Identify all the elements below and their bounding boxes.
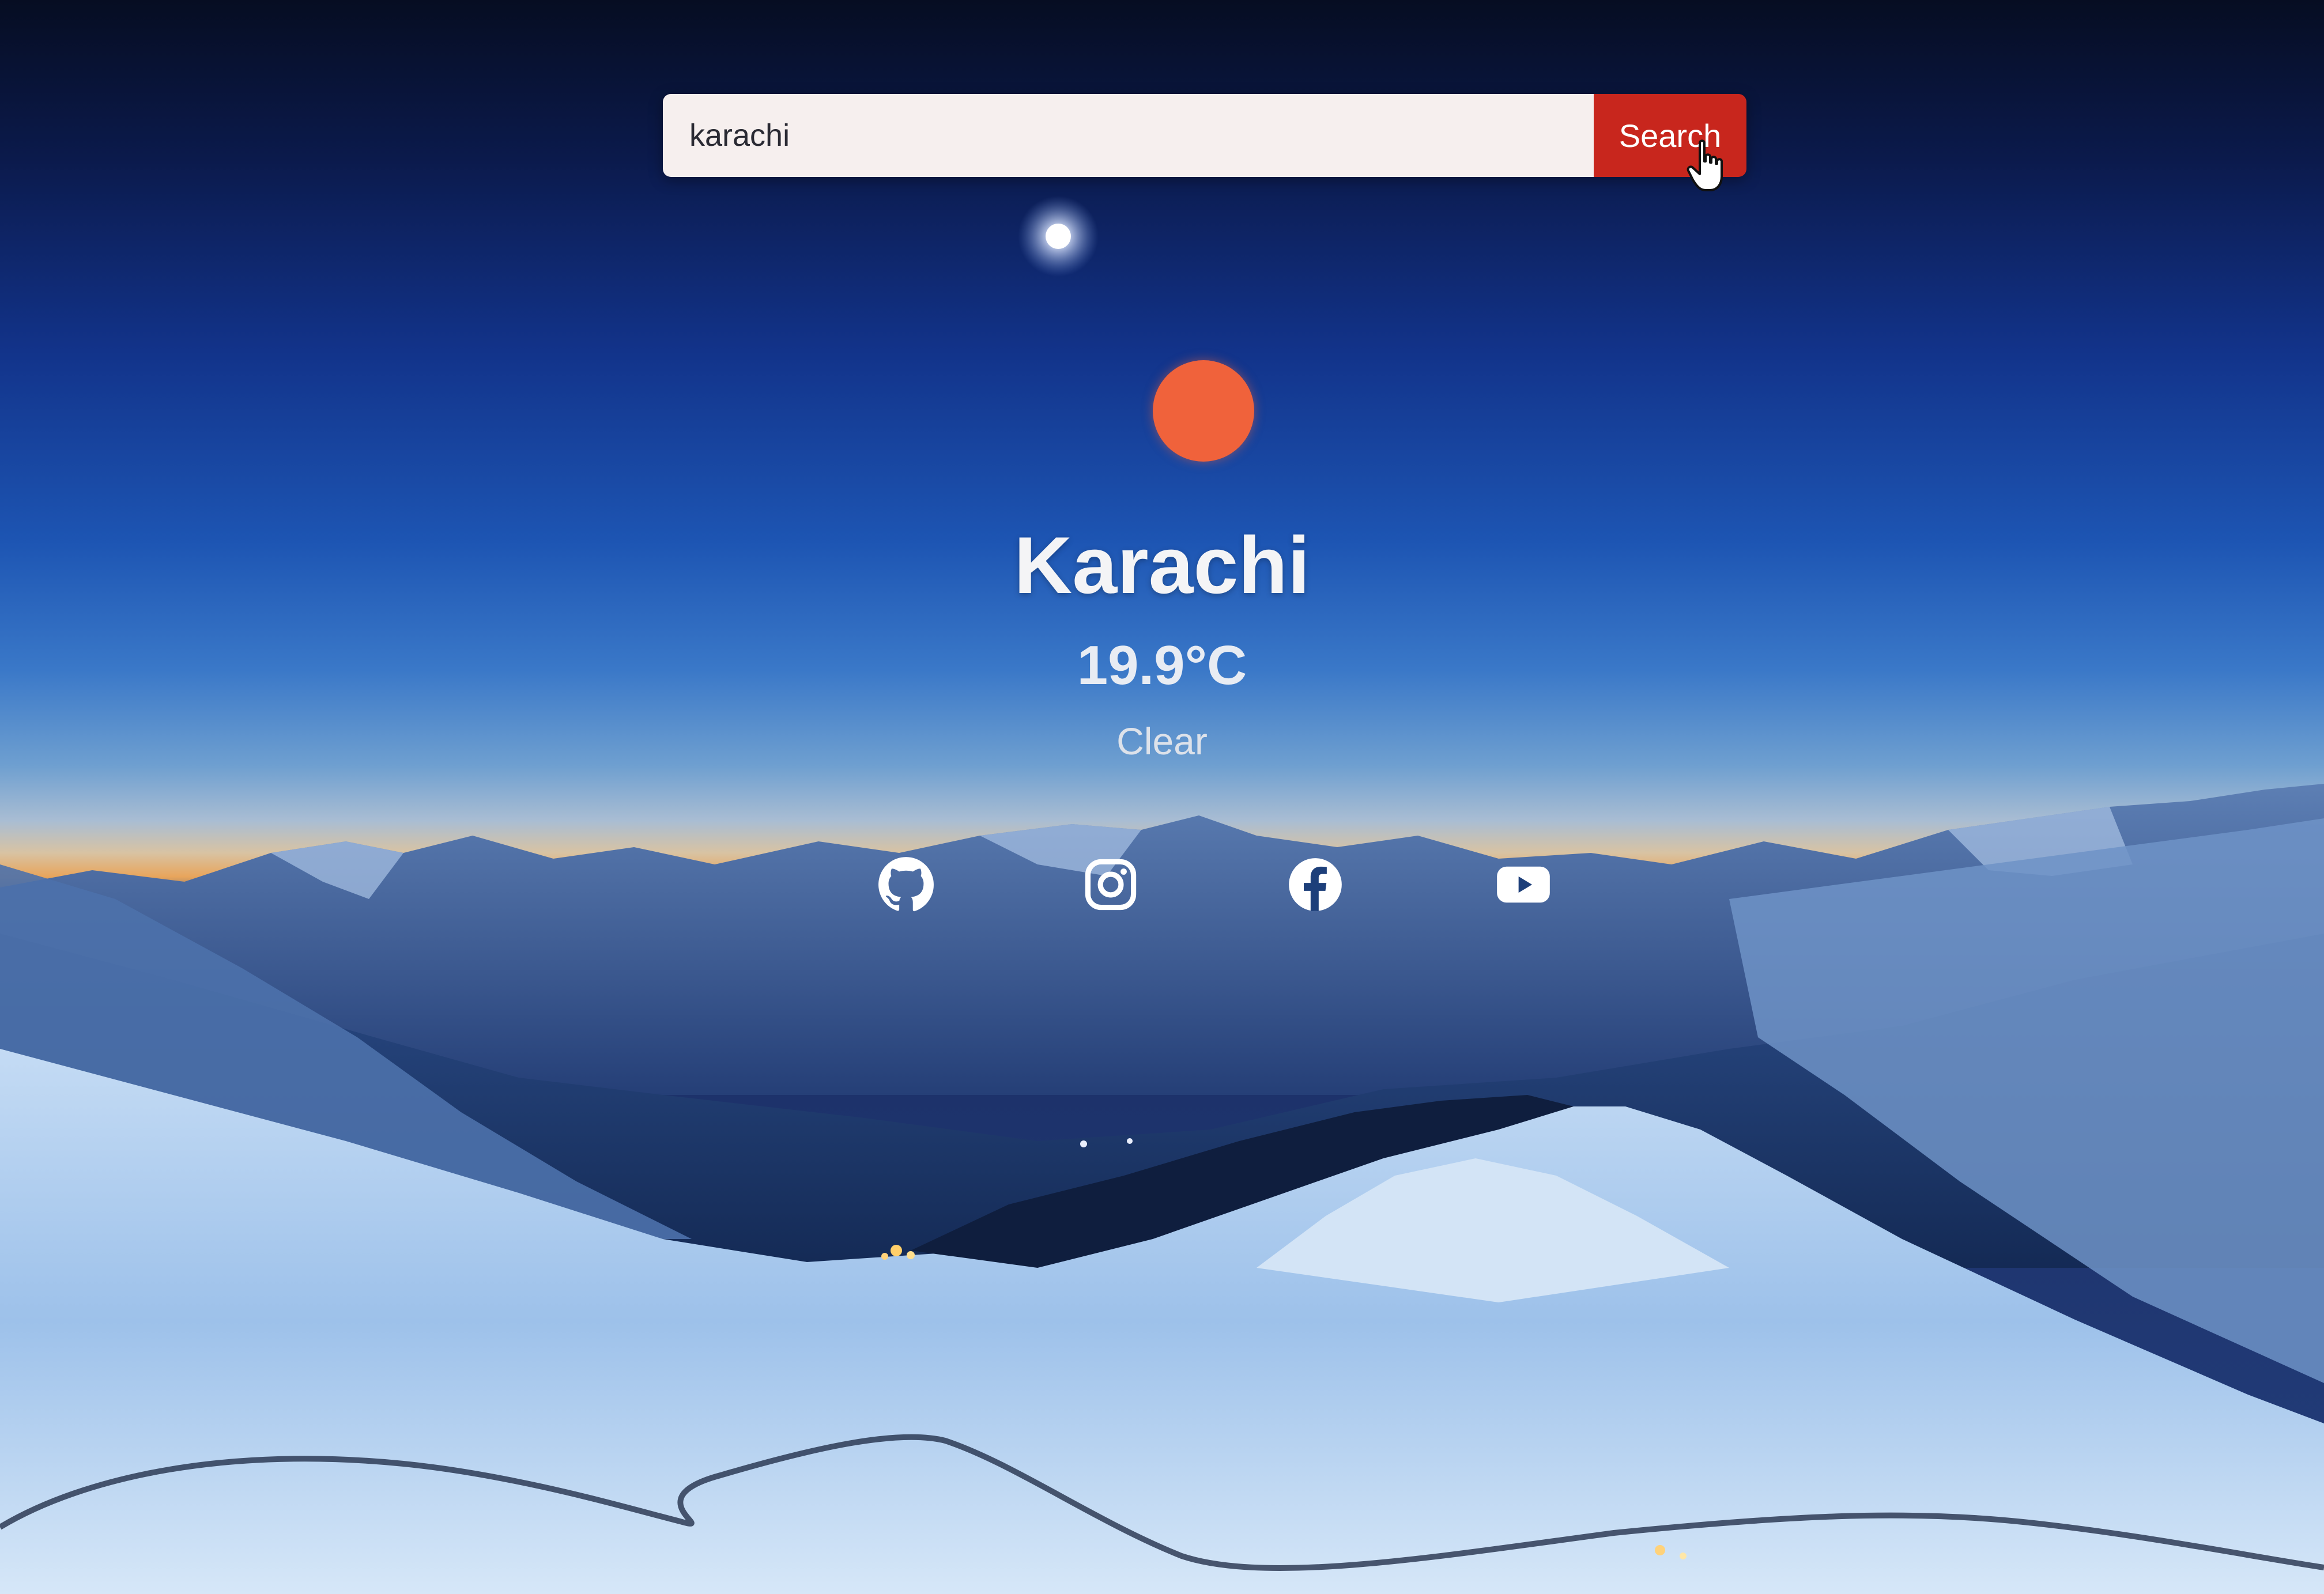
- mountain-background: [0, 196, 2324, 1594]
- weather-app: Search Karachi 19.9°C Clear: [0, 0, 2324, 1594]
- hand-cursor-icon: [1687, 139, 1723, 191]
- search-input[interactable]: [663, 94, 1594, 177]
- instagram-link[interactable]: [1079, 853, 1142, 916]
- instagram-icon: [1085, 859, 1137, 911]
- search-form: Search: [663, 94, 1746, 177]
- city-name: Karachi: [1014, 520, 1310, 610]
- facebook-link[interactable]: [1284, 853, 1347, 916]
- youtube-link[interactable]: [1492, 853, 1555, 916]
- weather-condition: Clear: [1116, 720, 1208, 762]
- temperature-value: 19.9°C: [1077, 634, 1247, 696]
- sun-icon: [1153, 360, 1254, 462]
- github-icon: [878, 857, 934, 912]
- youtube-icon: [1497, 866, 1550, 903]
- github-link[interactable]: [874, 853, 938, 916]
- facebook-icon: [1289, 858, 1342, 911]
